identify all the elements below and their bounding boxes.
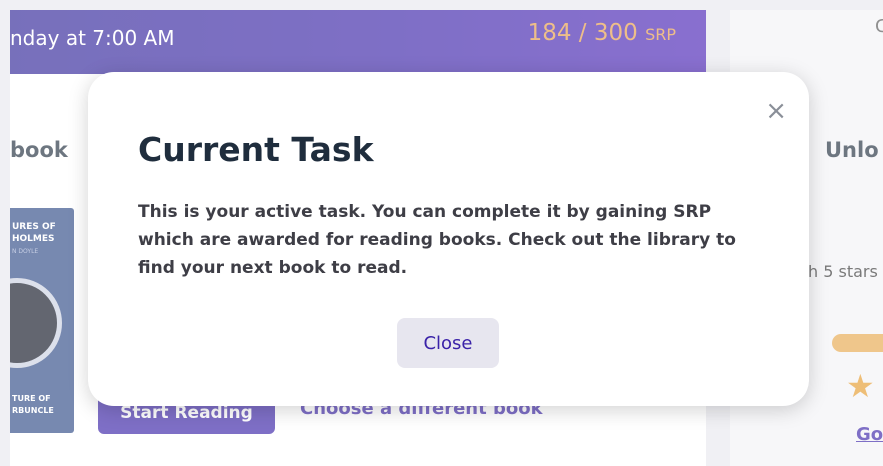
current-task-modal: × Current Task This is your active task.… (88, 72, 809, 406)
close-icon[interactable]: × (765, 98, 787, 124)
close-button[interactable]: Close (397, 318, 499, 368)
modal-body-text: This is your active task. You can comple… (138, 202, 736, 278)
modal-title: Current Task (138, 130, 374, 169)
